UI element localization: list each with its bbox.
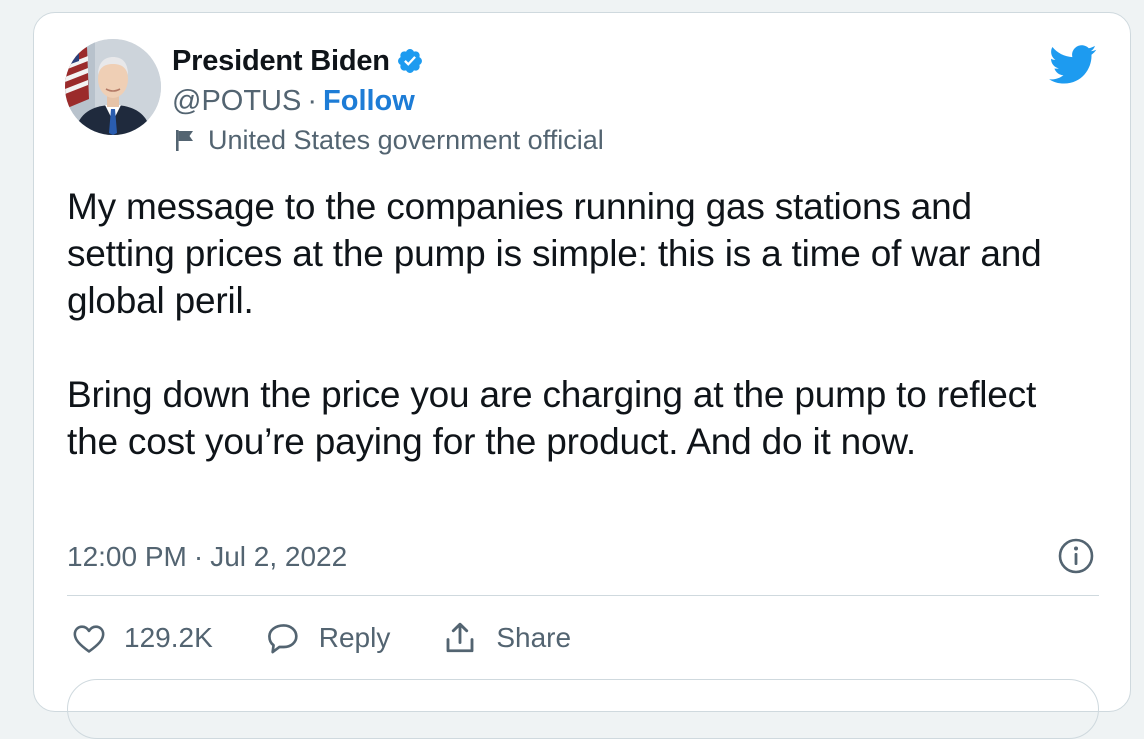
divider (67, 595, 1099, 596)
tweet-paragraph: Bring down the price you are charging at… (67, 374, 1037, 462)
heart-icon (72, 622, 106, 654)
tweet-text: My message to the companies running gas … (67, 183, 1077, 465)
tweet-card: President Biden @POTUS · Follow United S… (33, 12, 1131, 739)
author-handle[interactable]: @POTUS (172, 85, 301, 118)
tweet-date: Jul 2, 2022 (210, 541, 348, 572)
share-icon (442, 620, 478, 656)
timestamp-separator: · (193, 541, 204, 572)
avatar[interactable] (65, 39, 161, 135)
reply-icon (265, 621, 301, 655)
flag-icon (174, 128, 196, 152)
tweet-timestamp[interactable]: 12:00 PM · Jul 2, 2022 (67, 537, 347, 577)
like-button[interactable]: 129.2K (72, 622, 213, 654)
info-icon[interactable] (1057, 537, 1095, 580)
account-label[interactable]: United States government official (208, 125, 604, 156)
tweet-actions: 129.2K Reply Share (72, 615, 623, 661)
handle-separator: · (307, 84, 318, 117)
reply-button[interactable]: Reply (265, 621, 391, 655)
twitter-bird-icon[interactable] (1049, 45, 1097, 90)
share-label: Share (496, 622, 572, 653)
author-name-row: President Biden (172, 43, 424, 79)
follow-button[interactable]: Follow (323, 85, 415, 118)
read-replies-button[interactable] (67, 679, 1099, 739)
verified-badge-icon (396, 47, 424, 75)
reply-label: Reply (318, 622, 391, 653)
tweet-time: 12:00 PM (67, 541, 187, 572)
account-label-row: United States government official (174, 123, 604, 157)
author-name[interactable]: President Biden (172, 45, 390, 78)
portrait-avatar (65, 39, 161, 135)
like-count: 129.2K (124, 622, 213, 653)
share-button[interactable]: Share (442, 620, 571, 656)
tweet-paragraph: My message to the companies running gas … (67, 186, 1042, 321)
author-handle-row: @POTUS · Follow (172, 83, 415, 119)
